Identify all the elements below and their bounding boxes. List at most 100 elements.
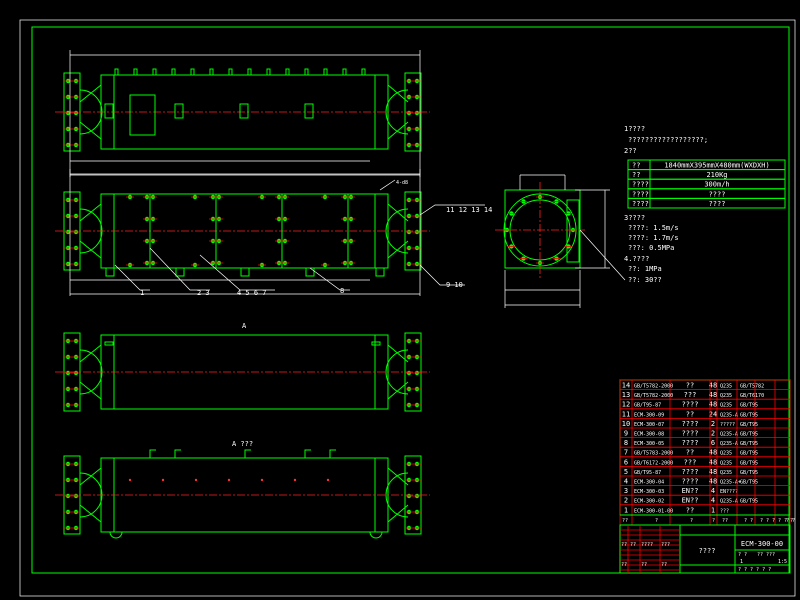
callout: 11 12 13 14 (446, 206, 492, 214)
part-cell: EN???? (720, 489, 738, 495)
rev-label: ?? (641, 562, 647, 568)
outer-frame (19, 19, 796, 597)
spec-value: 300m/h (704, 181, 729, 189)
note-line: ????: 1.5m/s (628, 224, 679, 232)
nozzle (174, 103, 184, 119)
parts-list: 14 GB/T5782-2000?? 48 Q235 GB/T578213 GB/T578… (619, 379, 795, 525)
part-cell: 4 (711, 487, 715, 495)
part-cell: 11 (622, 410, 630, 418)
spec-table: ?? 1840mmX395mmX480mm(WXDXH)?? 210Kg???? 30… (627, 159, 786, 209)
parts-header-cell: ? ? ? (760, 518, 775, 524)
support-foot (175, 267, 185, 277)
part-cell: 4 (711, 497, 715, 505)
stud (171, 68, 176, 75)
part-cell: GB/T95-87 (634, 470, 661, 476)
part-cell: Q235-A+ (720, 480, 741, 486)
technical-notes: 1???? ??????????????????; 2?? ?? 1840mmX3… (624, 125, 786, 284)
bracket (304, 449, 311, 458)
part-cell: ??? (684, 458, 697, 466)
hole-mark (194, 478, 198, 482)
part-cell: ECM-300-09 (634, 412, 664, 418)
part-cell: Q235 (720, 393, 732, 399)
section-mark: A (242, 322, 247, 330)
weight-label: ?? ??? (757, 552, 775, 558)
part-cell: ?? (686, 410, 694, 418)
bracket (329, 449, 336, 458)
rev-label: ??? (661, 542, 670, 548)
part-cell: 12 (622, 401, 630, 409)
part-cell: ECM-300-05 (634, 441, 664, 447)
bracket (244, 449, 251, 458)
note-heading-3: 3???? (624, 214, 645, 222)
part-cell: ???? (682, 430, 699, 438)
part-cell: EN?? (682, 497, 699, 505)
callout-labels: 1 2 3 4 5 6 7 8 11 12 13 14 9 10 A A ???… (114, 179, 492, 448)
note-line: ??: 30?? (628, 276, 662, 284)
part-cell: GB/T5783-2000 (634, 451, 673, 457)
part-cell: Q235-A (720, 432, 738, 438)
spec-label: ?? (632, 162, 640, 170)
support-foot (240, 267, 250, 277)
part-cell: 10 (622, 420, 630, 428)
part-cell: ECM-300-08 (634, 432, 664, 438)
part-cell: ???? (682, 420, 699, 428)
bracket (174, 449, 181, 458)
part-cell: GB/T5782-2000 (634, 393, 673, 399)
part-cell: 9 (624, 430, 628, 438)
part-cell: 1 (624, 506, 628, 514)
stud (114, 68, 119, 75)
parts-header-cell: ? ? (786, 518, 795, 524)
spec-value: ???? (709, 190, 726, 198)
vessel-view-1 (55, 50, 430, 177)
part-cell: ??? (720, 508, 729, 514)
callout: 8 (340, 287, 344, 295)
parts-header-cell: ? (712, 518, 715, 524)
note-line: ???: 0.5MPa (628, 244, 674, 252)
spec-label: ???? (632, 200, 649, 208)
stud (361, 68, 366, 75)
parts-header-cell: ? (655, 518, 658, 524)
part-cell: GB/T5782 (740, 384, 764, 390)
note-line: ??????????????????; (628, 136, 708, 144)
stud (133, 68, 138, 75)
part-cell: GB/T6170 (740, 393, 764, 399)
part-cell: Q235-A (720, 499, 738, 505)
part-cell: 7 (624, 449, 628, 457)
rev-label: ?? ?? (621, 542, 636, 548)
part-cell: 8 (624, 439, 628, 447)
view-label: A ??? (232, 440, 253, 448)
parts-header-cell: ? (690, 518, 693, 524)
stud (323, 68, 328, 75)
drawing-number: ECM-300-00 (741, 540, 783, 548)
part-cell: Q235-A (720, 412, 738, 418)
spec-label: ???? (632, 190, 649, 198)
part-cell: ECM-300-02 (634, 499, 664, 505)
part-cell: ???? (682, 478, 699, 486)
part-cell: Q235 (720, 460, 732, 466)
part-cell: ??? (684, 391, 697, 399)
nozzle (304, 103, 314, 119)
spec-value: 210Kg (706, 171, 727, 179)
dimension-lines (69, 50, 421, 177)
part-cell: 4 (624, 478, 628, 486)
vessel-view-4 (55, 449, 430, 539)
stud (228, 68, 233, 75)
scale-label: ? ? (738, 552, 747, 558)
drawing-border (31, 26, 790, 574)
part-cell: Q235-A (720, 441, 738, 447)
sheet-info: ? ? ? ? ? ? (738, 567, 771, 573)
hole-mark (128, 478, 132, 482)
part-cell: GB/T95-87 (634, 403, 661, 409)
part-cell: ????? (720, 422, 735, 428)
cad-drawing-canvas[interactable]: 1???? ??????????????????; 2?? ?? 1840mmX3… (0, 0, 800, 600)
dimension-lines (69, 169, 421, 296)
saddle (109, 531, 383, 539)
hole-mark (293, 478, 297, 482)
part-cell: Q235 (720, 384, 732, 390)
vessel-view-3 (55, 332, 430, 412)
note-heading-4: 4.???? (624, 255, 649, 263)
scale-value: 1:5 (778, 559, 787, 565)
part-cell: ?? (686, 382, 694, 390)
part-cell: 1 (711, 506, 715, 514)
rev-label: ?? (661, 562, 667, 568)
